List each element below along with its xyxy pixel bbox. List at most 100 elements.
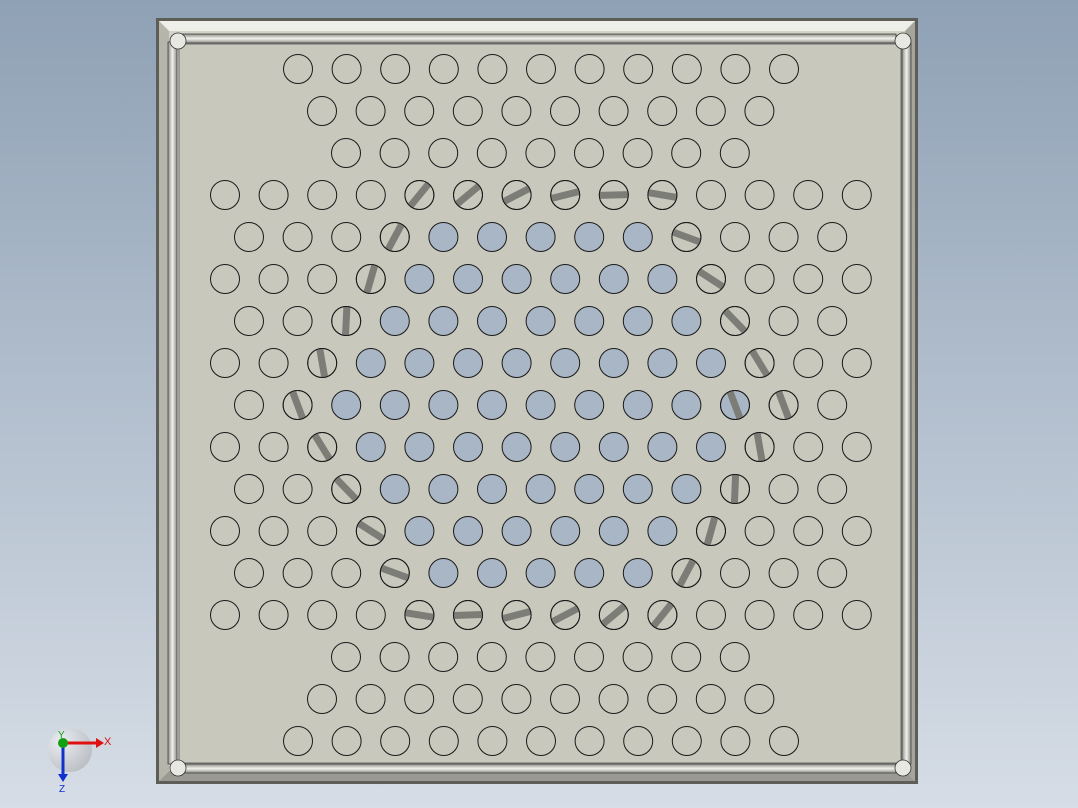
vent-hole	[477, 726, 508, 756]
rail-right	[901, 41, 912, 765]
corner-boss-bottom-right	[894, 759, 912, 777]
vent-hole	[307, 180, 338, 210]
vent-hole	[574, 390, 605, 420]
vent-hole	[671, 54, 702, 84]
model-view[interactable]: X Y Z	[0, 0, 1078, 808]
vent-hole	[234, 306, 264, 336]
vent-hole	[282, 474, 313, 504]
vent-hole	[671, 474, 702, 504]
vent-hole	[769, 54, 799, 84]
vent-hole	[550, 432, 581, 462]
vent-hole	[841, 348, 872, 378]
vent-hole	[622, 390, 653, 420]
vent-hole	[841, 516, 872, 546]
vent-hole	[720, 558, 750, 588]
vent-hole	[331, 642, 361, 672]
vent-hole	[671, 390, 702, 420]
vent-hole	[307, 264, 338, 294]
vent-hole	[210, 432, 240, 462]
vent-hole	[647, 516, 678, 546]
vent-hole	[525, 390, 556, 420]
vent-hole	[525, 138, 556, 168]
vent-hole	[744, 516, 775, 546]
vent-hole	[453, 432, 483, 462]
vent-hole	[744, 264, 775, 294]
vent-hole	[720, 54, 751, 84]
vent-hole	[501, 96, 532, 126]
vent-hole	[526, 726, 556, 756]
vent-hole	[671, 642, 702, 672]
vent-hole	[744, 180, 775, 210]
vent-hole	[453, 264, 483, 294]
vent-hole	[477, 306, 507, 336]
vent-hole	[793, 348, 824, 378]
vent-hole	[331, 726, 362, 756]
rail-top	[179, 33, 897, 44]
vent-hole	[720, 726, 751, 756]
vent-hole	[550, 516, 581, 546]
vent-hole	[574, 474, 605, 504]
corner-boss-top-left	[169, 32, 187, 50]
vent-hole	[452, 96, 483, 126]
vent-hole	[282, 306, 313, 336]
vent-hole	[477, 222, 507, 252]
vent-hole	[574, 642, 604, 672]
vent-hole	[768, 474, 799, 504]
vent-hole	[428, 474, 459, 504]
vent-hole	[574, 726, 605, 756]
frame-top-bevel	[159, 21, 915, 31]
fan-blade-edge	[599, 191, 629, 199]
triad-origin-shadow	[48, 728, 92, 772]
vent-hole	[234, 390, 264, 420]
vent-hole	[210, 264, 240, 294]
vent-hole	[379, 306, 410, 336]
vent-hole	[793, 432, 824, 462]
fan-blade-edge	[316, 348, 329, 378]
corner-boss-bottom-left	[169, 759, 187, 777]
vent-hole	[525, 474, 556, 504]
vent-hole	[550, 96, 580, 126]
vent-hole	[744, 600, 775, 630]
vent-hole	[379, 474, 410, 504]
vent-hole	[622, 474, 653, 504]
vent-hole	[622, 642, 653, 672]
vent-hole	[379, 390, 410, 420]
vent-hole	[841, 264, 872, 294]
vent-hole	[719, 138, 750, 168]
vent-hole	[380, 726, 411, 756]
vent-hole	[696, 348, 726, 378]
vent-hole	[817, 558, 848, 588]
vent-hole	[574, 222, 605, 252]
vent-hole	[477, 558, 507, 588]
vent-hole	[234, 474, 264, 504]
vent-hole	[598, 516, 629, 546]
vent-hole	[525, 222, 556, 252]
vent-hole	[841, 432, 872, 462]
vent-hole	[501, 684, 532, 714]
vent-hole	[379, 642, 410, 672]
cad-viewport[interactable]: X Y Z	[0, 0, 1078, 808]
vent-hole	[355, 96, 386, 126]
fan-blade-edge	[404, 609, 435, 621]
vent-hole	[793, 264, 824, 294]
vent-hole	[671, 138, 702, 168]
vent-hole	[695, 684, 726, 714]
vent-hole	[428, 138, 459, 168]
vent-hole	[476, 642, 507, 672]
vent-hole	[647, 348, 678, 378]
vent-hole	[355, 180, 386, 210]
vent-hole	[307, 600, 338, 630]
vent-hole	[283, 54, 313, 84]
vent-hole	[404, 516, 435, 546]
vent-hole	[501, 516, 532, 546]
vent-hole	[477, 474, 507, 504]
vent-hole	[550, 348, 581, 378]
vent-hole	[210, 180, 240, 210]
vent-hole	[623, 726, 654, 756]
vent-hole	[696, 180, 726, 210]
fan-blade-edge	[453, 611, 483, 619]
vent-hole	[768, 306, 799, 336]
vent-hole	[647, 96, 678, 126]
vent-hole	[258, 348, 289, 378]
vent-hole	[817, 474, 848, 504]
